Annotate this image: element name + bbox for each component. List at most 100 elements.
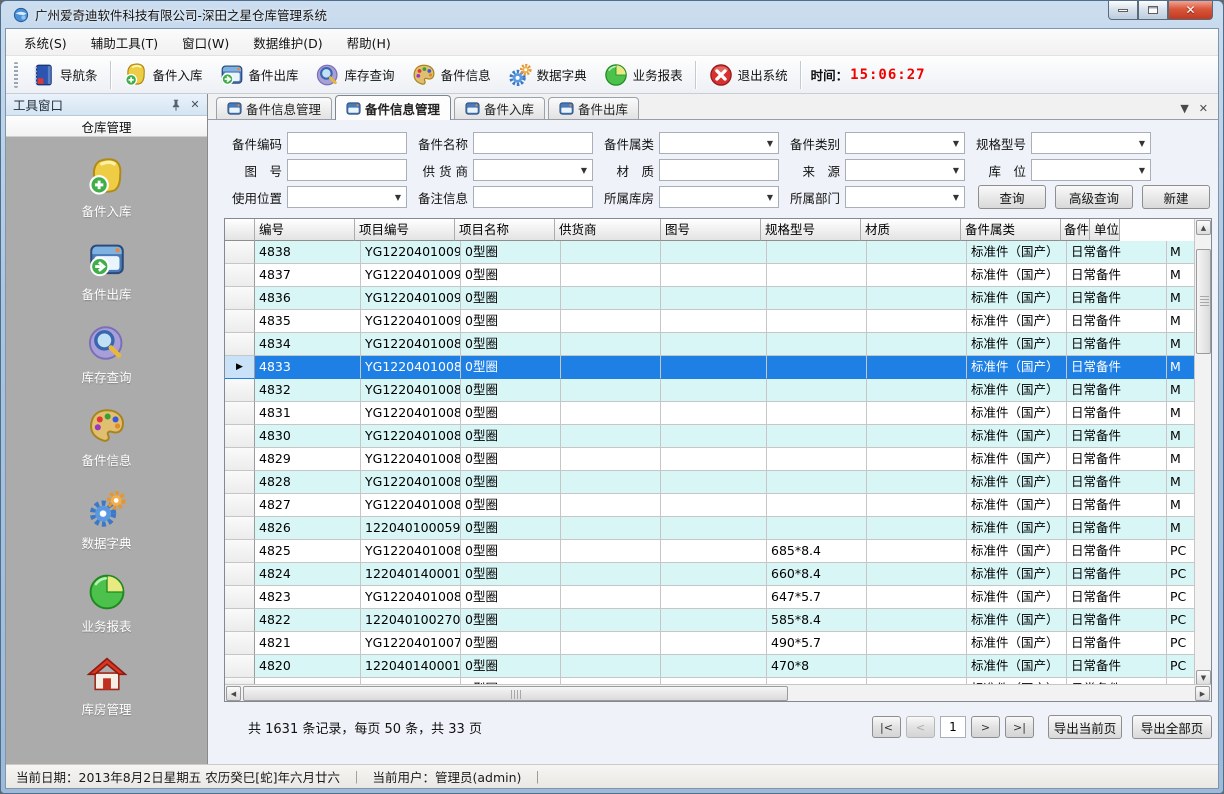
location-select[interactable]: ▼ [1031,159,1151,181]
table-row[interactable]: 4830 YG12204010085 0型圈 标准件（国产） 日常备件 [225,425,1196,448]
query-button[interactable]: 查询 [978,185,1046,209]
table-row[interactable]: 4825 YG12204010081 0型圈 685*8.4 标准件（国产） [225,540,1196,563]
sidebar-item-warehouse-mgmt[interactable]: 库房管理 [47,651,167,721]
table-row[interactable]: 4828 YG12204010083 0型圈 标准件（国产） 日常备件 [225,471,1196,494]
scroll-up-icon[interactable]: ▲ [1196,220,1211,235]
column-header[interactable]: 材质 [861,219,961,241]
menu-item[interactable]: 帮助(H) [335,29,403,56]
part-name-input[interactable] [473,132,593,154]
supplier-select[interactable]: ▼ [473,159,593,181]
column-header[interactable]: 供货商 [555,219,661,241]
toolbar-navigator-button[interactable]: 导航条 [22,58,106,92]
table-row[interactable]: 4823 YG12204010080 0型圈 647*5.7 标准件（国产） [225,586,1196,609]
vertical-scroll-thumb[interactable] [1196,249,1211,354]
scroll-right-icon[interactable]: ▶ [1195,686,1210,701]
horizontal-scrollbar[interactable]: ◀ ▶ [225,684,1211,701]
toolbar-exit-button[interactable]: 退出系统 [700,58,796,92]
tab-parts-info-mgmt-2-active[interactable]: 备件信息管理 [335,95,451,120]
column-header[interactable]: 单位 [1090,219,1120,241]
menu-item[interactable]: 数据维护(D) [241,29,334,56]
column-header[interactable]: 图号 [661,219,761,241]
part-class-select[interactable]: ▼ [659,132,779,154]
cell-spec [767,356,867,379]
table-row[interactable]: 4827 YG12204010082 0型圈 标准件（国产） 日常备件 [225,494,1196,517]
vertical-scrollbar[interactable]: ▲ ▼ [1194,219,1211,686]
scroll-down-icon[interactable]: ▼ [1196,670,1211,685]
cell-project-no: YG12204010087 [361,379,461,402]
column-header[interactable]: 编号 [255,219,355,241]
page-number-input[interactable] [940,716,966,738]
column-header[interactable]: 项目名称 [455,219,555,241]
export-current-page-button[interactable]: 导出当前页 [1048,715,1122,739]
next-page-button[interactable]: > [971,716,1000,738]
column-header[interactable]: 备件类别 [1061,219,1090,241]
table-row[interactable]: 4824 1220401400012 0型圈 660*8.4 标准件（国产） [225,563,1196,586]
table-row[interactable]: 4838 YG12204010093 0型圈 标准件（国产） 日常备件 [225,241,1196,264]
tab-parts-info-mgmt-1[interactable]: 备件信息管理 [216,97,332,119]
table-row[interactable]: 4832 YG12204010087 0型圈 标准件（国产） 日常备件 [225,379,1196,402]
table-row[interactable]: 4820 1220401400013 0型圈 470*8 标准件（国产） [225,655,1196,678]
sidebar-item-parts-out[interactable]: 备件出库 [47,236,167,306]
tab-parts-out[interactable]: 备件出库 [548,97,639,119]
table-row[interactable]: 4826 1220401000599 0型圈 标准件（国产） 日常备件 [225,517,1196,540]
table-row[interactable]: 4822 1220401002700 0型圈 585*8.4 标准件（国产） [225,609,1196,632]
sidebar-item-report[interactable]: 业务报表 [47,568,167,638]
sidebar-item-parts-info[interactable]: 备件信息 [47,402,167,472]
remark-input[interactable] [473,186,593,208]
sidebar-item-parts-in[interactable]: 备件入库 [47,153,167,223]
cell-unit: PC [1167,609,1196,632]
toolbar-parts-info-button[interactable]: 备件信息 [403,58,499,92]
last-page-button[interactable]: >| [1005,716,1034,738]
cell-project-name: 0型圈 [461,448,561,471]
maximize-button[interactable] [1138,1,1168,20]
table-row[interactable]: 4836 YG12204010091 0型圈 标准件（国产） 日常备件 [225,287,1196,310]
part-type-select[interactable]: ▼ [845,132,965,154]
close-button[interactable]: ✕ [1168,1,1213,20]
menu-item[interactable]: 窗口(W) [170,29,241,56]
toolbar-parts-out-button[interactable]: 备件出库 [211,58,307,92]
material-input[interactable] [659,159,779,181]
horizontal-scroll-thumb[interactable] [243,686,788,701]
part-code-input[interactable] [287,132,407,154]
sidebar-item-data-dict[interactable]: 数据字典 [47,485,167,555]
toolbar-data-dict-button[interactable]: 数据字典 [499,58,595,92]
toolbar-report-button[interactable]: 业务报表 [595,58,691,92]
menu-item[interactable]: 辅助工具(T) [79,29,170,56]
use-position-select[interactable]: ▼ [287,186,407,208]
cell-project-no: YG12204010090 [361,310,461,333]
table-row[interactable]: 4821 YG12204010079 0型圈 490*5.7 标准件（国产） [225,632,1196,655]
toolbar-drag-handle[interactable] [14,62,18,88]
pin-icon[interactable] [169,98,183,112]
prev-page-button[interactable]: < [906,716,935,738]
tab-close-icon[interactable]: ✕ [1199,103,1208,114]
warehouse-select[interactable]: ▼ [659,186,779,208]
table-row[interactable]: ▶ 4833 YG12204010088 0型圈 标准件（国产） [225,356,1196,379]
department-select[interactable]: ▼ [845,186,965,208]
table-row[interactable]: 4835 YG12204010090 0型圈 标准件（国产） 日常备件 [225,310,1196,333]
toolbar-parts-in-button[interactable]: 备件入库 [115,58,211,92]
advanced-query-button[interactable]: 高级查询 [1055,185,1133,209]
minimize-button[interactable] [1108,1,1138,20]
column-header[interactable]: 项目编号 [355,219,455,241]
toolbar-stock-query-button[interactable]: 库存查询 [307,58,403,92]
table-row[interactable]: 4831 YG12204010086 0型圈 标准件（国产） 日常备件 [225,402,1196,425]
table-row[interactable]: 4837 YG12204010092 0型圈 标准件（国产） 日常备件 [225,264,1196,287]
dock-close-icon[interactable]: ✕ [188,98,202,112]
chevron-down-icon[interactable]: ▼ [1180,103,1188,114]
new-button[interactable]: 新建 [1142,185,1210,209]
column-header[interactable]: 规格型号 [761,219,861,241]
sidebar-item-stock-query[interactable]: 库存查询 [47,319,167,389]
column-header[interactable]: 备件属类 [961,219,1061,241]
drawing-no-input[interactable] [287,159,407,181]
first-page-button[interactable]: |< [872,716,901,738]
menu-item[interactable]: 系统(S) [12,29,79,56]
dock-group-header[interactable]: 仓库管理 [6,116,207,137]
export-all-pages-button[interactable]: 导出全部页 [1132,715,1212,739]
tab-parts-in[interactable]: 备件入库 [454,97,545,119]
table-row[interactable]: 4834 YG12204010089 0型圈 标准件（国产） 日常备件 [225,333,1196,356]
table-row[interactable]: 4829 YG12204010084 0型圈 标准件（国产） 日常备件 [225,448,1196,471]
scroll-left-icon[interactable]: ◀ [226,686,241,701]
cell-material [867,632,967,655]
spec-select[interactable]: ▼ [1031,132,1151,154]
source-select[interactable]: ▼ [845,159,965,181]
